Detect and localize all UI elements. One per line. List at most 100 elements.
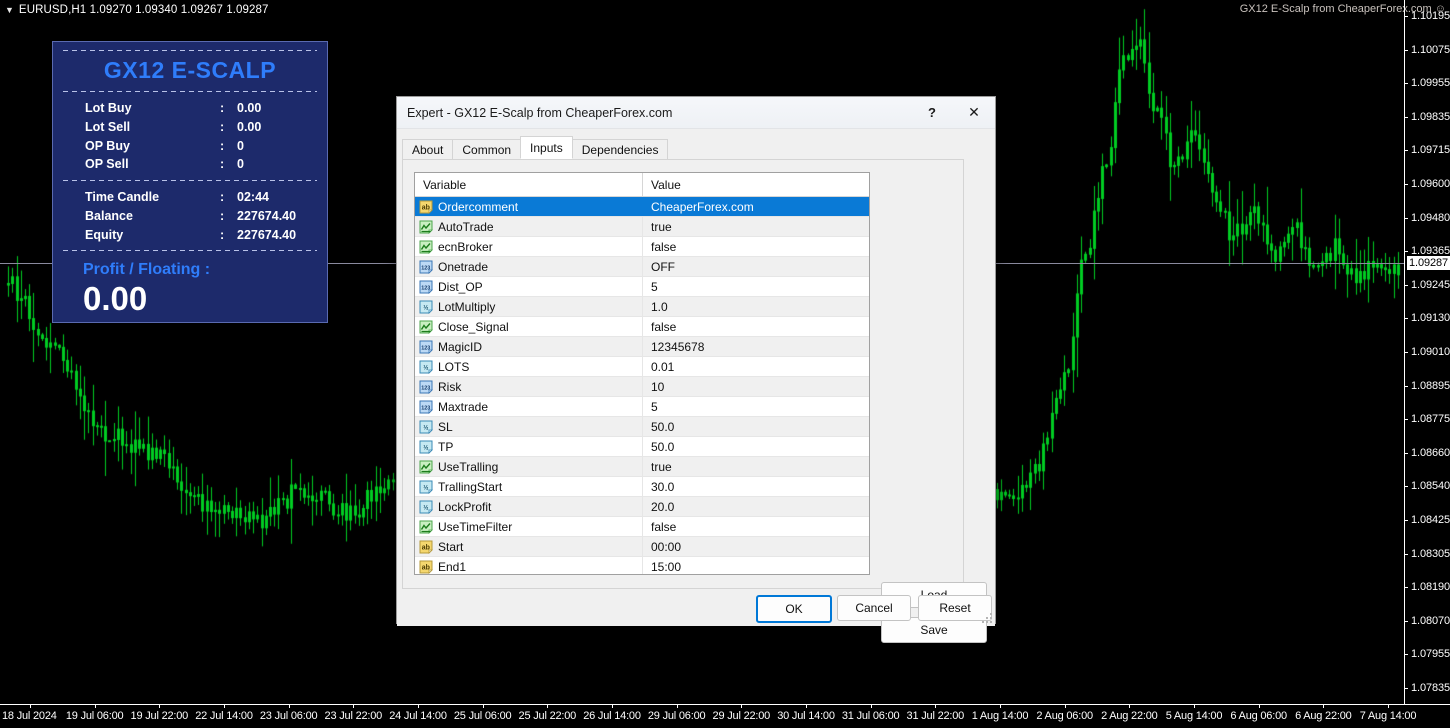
variable-cell[interactable]: 123 Risk (415, 377, 643, 396)
value-cell[interactable]: 30.0 (643, 477, 869, 496)
inputs-grid[interactable]: Variable Value ab Ordercomment CheaperFore… (414, 172, 870, 575)
table-row[interactable]: 123 Maxtrade 5 (415, 397, 869, 417)
price-tick-label: 1.09600 (1411, 178, 1450, 190)
variable-cell[interactable]: ab Start (415, 537, 643, 556)
column-header-value[interactable]: Value (643, 173, 869, 196)
table-row[interactable]: UseTralling true (415, 457, 869, 477)
price-axis[interactable]: 1.10195 1.10075 1.09955 1.09835 1.09715 1.096… (1404, 0, 1450, 704)
time-tick-label: 29 Jul 22:00 (712, 710, 771, 722)
table-row[interactable]: ½ SL 50.0 (415, 417, 869, 437)
value-cell[interactable]: true (643, 457, 869, 476)
value-cell[interactable]: false (643, 517, 869, 536)
int-icon: 123 (419, 340, 433, 354)
variable-cell[interactable]: ½ TP (415, 437, 643, 456)
table-row[interactable]: 123 Risk 10 (415, 377, 869, 397)
table-row[interactable]: ab Start 00:00 (415, 537, 869, 557)
time-tick-label: 6 Aug 22:00 (1295, 710, 1352, 722)
variable-cell[interactable]: ½ LotMultiply (415, 297, 643, 316)
svg-text:123: 123 (421, 285, 430, 291)
table-row[interactable]: ½ LOTS 0.01 (415, 357, 869, 377)
price-tick (1404, 217, 1408, 219)
value-cell[interactable]: 00:00 (643, 537, 869, 556)
variable-name: TrallingStart (438, 479, 503, 494)
price-tick-label: 1.08070 (1411, 614, 1450, 627)
expert-properties-dialog[interactable]: Expert - GX12 E-Scalp from CheaperForex.… (396, 96, 996, 643)
variable-cell[interactable]: 123 Onetrade (415, 257, 643, 276)
account-colon: : (220, 227, 225, 242)
double-icon: ½ (419, 440, 433, 454)
value-cell[interactable]: false (643, 237, 869, 256)
variable-cell[interactable]: Close_Signal (415, 317, 643, 336)
ok-button[interactable]: OK (756, 595, 832, 623)
table-row[interactable]: 123 Onetrade OFF (415, 257, 869, 277)
value-cell[interactable]: 0.01 (643, 357, 869, 376)
variable-cell[interactable]: UseTralling (415, 457, 643, 476)
tab-inputs[interactable]: Inputs (520, 136, 573, 159)
variable-cell[interactable]: ½ LockProfit (415, 497, 643, 516)
variable-cell[interactable]: ab Ordercomment (415, 197, 643, 216)
time-tick (1000, 704, 1001, 708)
value-cell[interactable]: 20.0 (643, 497, 869, 516)
table-row[interactable]: ½ TP 50.0 (415, 437, 869, 457)
table-row[interactable]: UseTimeFilter false (415, 517, 869, 537)
dialog-titlebar[interactable]: Expert - GX12 E-Scalp from CheaperForex.… (397, 97, 995, 129)
variable-cell[interactable]: 123 MagicID (415, 337, 643, 356)
help-button[interactable]: ? (911, 98, 953, 128)
variable-cell[interactable]: ½ SL (415, 417, 643, 436)
time-tick-label: 31 Jul 22:00 (906, 710, 965, 722)
double-icon: ½ (419, 500, 433, 514)
tab-about[interactable]: About (402, 139, 454, 159)
chart-menu-caret-icon[interactable]: ▼ (5, 5, 14, 15)
variable-cell[interactable]: ½ TrallingStart (415, 477, 643, 496)
variable-cell[interactable]: UseTimeFilter (415, 517, 643, 536)
value-cell[interactable]: CheaperForex.com (643, 197, 869, 216)
value-cell[interactable]: 1.0 (643, 297, 869, 316)
time-axis[interactable]: 18 Jul 2024 19 Jul 06:00 19 Jul 22:00 22 Ju… (0, 704, 1450, 728)
variable-cell[interactable]: 123 Dist_OP (415, 277, 643, 296)
stat-colon: : (220, 119, 225, 134)
price-tick-label: 1.08895 (1411, 379, 1450, 392)
variable-name: Dist_OP (438, 279, 483, 294)
table-row[interactable]: ½ TrallingStart 30.0 (415, 477, 869, 497)
table-row[interactable]: ab Ordercomment CheaperForex.com (415, 197, 869, 217)
table-row[interactable]: ecnBroker false (415, 237, 869, 257)
value-cell[interactable]: OFF (643, 257, 869, 276)
variable-cell[interactable]: ab End1 (415, 557, 643, 574)
variable-cell[interactable]: ecnBroker (415, 237, 643, 256)
column-header-variable[interactable]: Variable (415, 173, 643, 196)
variable-name: MagicID (438, 339, 483, 354)
value-cell[interactable]: 50.0 (643, 437, 869, 456)
int-icon: 123 (419, 400, 433, 414)
grid-rows-container: ab Ordercomment CheaperForex.com AutoTrade t… (415, 197, 869, 574)
table-row[interactable]: AutoTrade true (415, 217, 869, 237)
tab-strip[interactable]: About Common Inputs Dependencies (402, 136, 669, 159)
time-tick (547, 704, 549, 708)
cancel-button[interactable]: Cancel (837, 595, 911, 621)
table-row[interactable]: ab End1 15:00 (415, 557, 869, 574)
resize-grip-icon[interactable] (981, 612, 992, 623)
tab-common[interactable]: Common (452, 139, 522, 159)
svg-text:½: ½ (423, 424, 428, 431)
value-cell[interactable]: 12345678 (643, 337, 869, 356)
value-cell[interactable]: 5 (643, 277, 869, 296)
table-row[interactable]: 123 MagicID 12345678 (415, 337, 869, 357)
time-tick-label: 2 Aug 22:00 (1101, 710, 1158, 722)
variable-cell[interactable]: 123 Maxtrade (415, 397, 643, 416)
table-row[interactable]: ½ LotMultiply 1.0 (415, 297, 869, 317)
table-row[interactable]: Close_Signal false (415, 317, 869, 337)
value-cell[interactable]: false (643, 317, 869, 336)
close-icon[interactable]: ✕ (953, 98, 995, 128)
tab-dependencies[interactable]: Dependencies (571, 139, 669, 159)
value-cell[interactable]: true (643, 217, 869, 236)
variable-cell[interactable]: ½ LOTS (415, 357, 643, 376)
variable-name: SL (438, 419, 453, 434)
value-cell[interactable]: 5 (643, 397, 869, 416)
value-cell[interactable]: 15:00 (643, 557, 869, 574)
table-row[interactable]: 123 Dist_OP 5 (415, 277, 869, 297)
variable-cell[interactable]: AutoTrade (415, 217, 643, 236)
value-cell[interactable]: 10 (643, 377, 869, 396)
stat-row: OP Sell : 0 (53, 155, 327, 174)
table-row[interactable]: ½ LockProfit 20.0 (415, 497, 869, 517)
stat-value: 0 (237, 138, 244, 153)
value-cell[interactable]: 50.0 (643, 417, 869, 436)
